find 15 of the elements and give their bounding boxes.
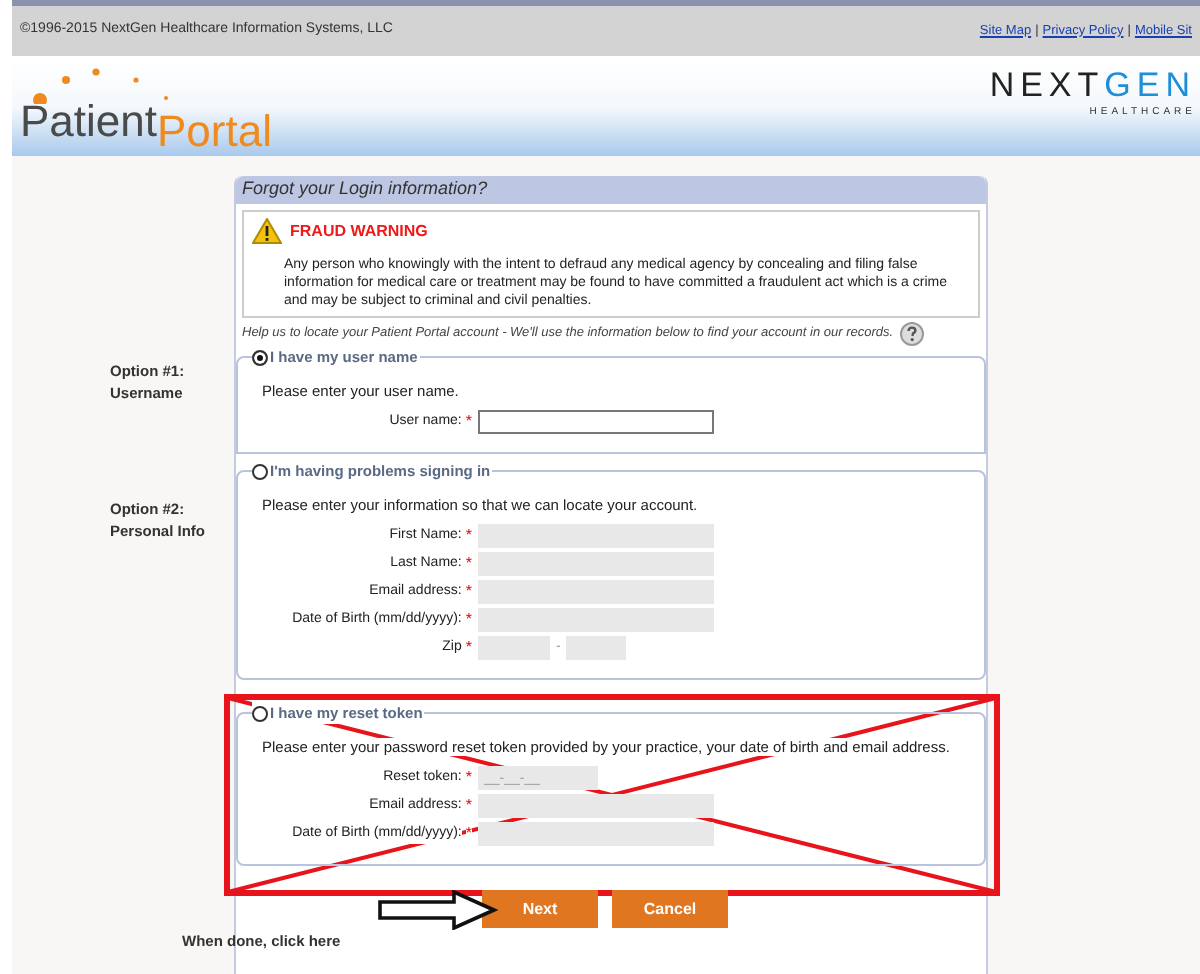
logo-text: Portal xyxy=(157,110,272,154)
form-title: Forgot your Login information? xyxy=(236,176,986,204)
arrow-icon xyxy=(378,889,498,929)
radio-button[interactable] xyxy=(252,349,268,366)
brand-text: NEXT xyxy=(989,68,1105,102)
radio-button[interactable] xyxy=(252,463,268,480)
warning-title: FRAUD WARNING xyxy=(290,219,428,243)
logo-text: Patient xyxy=(20,100,157,144)
radio-button[interactable] xyxy=(252,705,268,722)
form-button[interactable]: Cancel xyxy=(612,890,728,928)
form-button[interactable]: Next xyxy=(482,890,598,928)
warning-icon xyxy=(252,218,282,244)
help-icon xyxy=(899,322,924,346)
brand-text: GEN xyxy=(1104,68,1196,102)
input-field[interactable] xyxy=(478,410,714,434)
